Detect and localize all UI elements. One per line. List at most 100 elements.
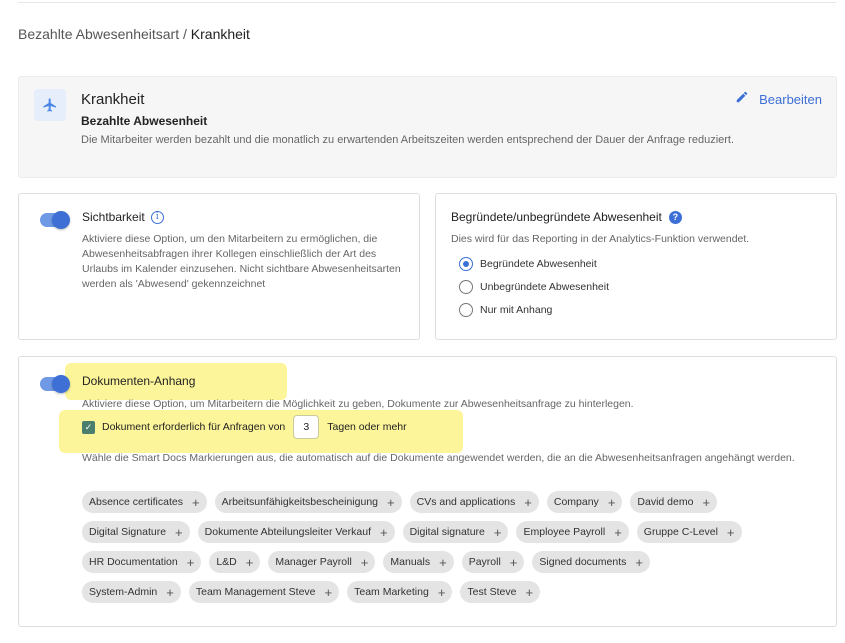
tag-chip[interactable]: CVs and applications + <box>409 491 539 513</box>
radio-button[interactable] <box>459 257 473 271</box>
edit-label: Bearbeiten <box>759 92 822 107</box>
document-required-row: ✓ Dokument erforderlich für Anfragen von… <box>82 415 407 439</box>
tag-label: System-Admin <box>89 586 158 598</box>
airplane-icon <box>34 89 66 121</box>
info-icon[interactable]: i <box>150 210 164 224</box>
smart-docs-tags: Absence certificates + Arbeitsunfähigkeits… <box>82 491 822 611</box>
tag-label: CVs and applications <box>416 496 516 508</box>
radio-unjustified[interactable]: Unbegründete Abwesenheit <box>459 280 609 294</box>
tag-label: Payroll <box>468 556 501 568</box>
tag-row: System-Admin + Team Management Steve + Team … <box>82 581 822 603</box>
breadcrumb-parent[interactable]: Bezahlte Abwesenheitsart / <box>18 26 191 42</box>
breadcrumb: Bezahlte Abwesenheitsart / Krankheit <box>18 26 250 42</box>
absence-type-header: Krankheit Bezahlte Abwesenheit Die Mitar… <box>18 76 837 178</box>
tag-label: Manager Payroll <box>275 556 352 568</box>
tag-row: Digital Signature + Dokumente Abteilungsle… <box>82 521 822 543</box>
tag-chip[interactable]: Team Marketing + <box>347 581 453 603</box>
plus-icon[interactable]: + <box>387 495 395 510</box>
tag-chip[interactable]: Gruppe C-Level + <box>636 521 742 543</box>
plus-icon[interactable]: + <box>380 525 388 540</box>
tag-chip[interactable]: Manager Payroll + <box>268 551 376 573</box>
plus-icon[interactable]: + <box>166 585 174 600</box>
tag-chip[interactable]: Digital signature + <box>402 521 509 543</box>
reason-description: Dies wird für das Reporting in der Analy… <box>451 233 750 245</box>
reason-panel: Begründete/unbegründete Abwesenheit ? Di… <box>435 193 837 340</box>
visibility-description: Aktiviere diese Option, um den Mitarbeit… <box>82 233 401 290</box>
plus-icon[interactable]: + <box>635 555 643 570</box>
documents-description: Aktiviere diese Option, um Mitarbeitern … <box>82 398 634 410</box>
tag-chip[interactable]: L&D + <box>209 551 261 573</box>
visibility-panel: Sichtbarkeit i Aktiviere diese Option, u… <box>18 193 420 340</box>
radio-button[interactable] <box>459 303 473 317</box>
documents-title: Dokumenten-Anhang <box>82 374 196 388</box>
plus-icon[interactable]: + <box>325 585 333 600</box>
plus-icon[interactable]: + <box>361 555 369 570</box>
tag-label: Arbeitsunfähigkeitsbescheinigung <box>221 496 379 508</box>
top-divider <box>18 2 836 3</box>
breadcrumb-current: Krankheit <box>190 26 250 42</box>
tag-chip[interactable]: Company + <box>546 491 623 513</box>
plus-icon[interactable]: + <box>192 495 200 510</box>
plus-icon[interactable]: + <box>439 555 447 570</box>
edit-button[interactable]: Bearbeiten <box>735 90 822 109</box>
tag-chip[interactable]: System-Admin + <box>82 581 181 603</box>
tag-chip[interactable]: Dokumente Abteilungsleiter Verkauf + <box>197 521 395 543</box>
radio-label: Begründete Abwesenheit <box>480 258 597 270</box>
radio-label: Unbegründete Abwesenheit <box>480 281 610 293</box>
plus-icon[interactable]: + <box>438 585 446 600</box>
plus-icon[interactable]: + <box>246 555 254 570</box>
toggle-knob <box>52 211 70 229</box>
plus-icon[interactable]: + <box>524 495 532 510</box>
plus-icon[interactable]: + <box>702 495 710 510</box>
tag-chip[interactable]: Signed documents + <box>532 551 650 573</box>
tag-chip[interactable]: Arbeitsunfähigkeitsbescheinigung + <box>214 491 402 513</box>
plus-icon[interactable]: + <box>727 525 735 540</box>
visibility-toggle[interactable] <box>40 211 70 229</box>
document-required-label: Dokument erforderlich für Anfragen von <box>102 421 286 433</box>
plus-icon[interactable]: + <box>494 525 502 540</box>
documents-toggle[interactable] <box>40 375 70 393</box>
tag-chip[interactable]: Test Steve + <box>460 581 541 603</box>
absence-type-subtitle: Bezahlte Abwesenheit <box>81 114 208 128</box>
tag-chip[interactable]: Payroll + <box>461 551 525 573</box>
radio-justified[interactable]: Begründete Abwesenheit <box>459 257 597 271</box>
absence-type-description: Die Mitarbeiter werden bezahlt und die m… <box>81 134 735 146</box>
visibility-title: Sichtbarkeit <box>82 210 145 224</box>
smart-docs-description: Wähle die Smart Docs Markierungen aus, d… <box>82 452 795 464</box>
plus-icon[interactable]: + <box>175 525 183 540</box>
tag-label: Gruppe C-Level <box>643 526 718 538</box>
tag-chip[interactable]: Employee Payroll + <box>516 521 629 543</box>
required-days-input[interactable]: 3 <box>293 415 320 439</box>
radio-attachment-only[interactable]: Nur mit Anhang <box>459 303 552 317</box>
tag-label: Test Steve <box>467 586 517 598</box>
tag-label: Team Management Steve <box>195 586 316 598</box>
tag-label: Digital Signature <box>89 526 167 538</box>
plus-icon[interactable]: + <box>510 555 518 570</box>
plus-icon[interactable]: + <box>608 495 616 510</box>
pencil-icon <box>735 90 749 109</box>
tag-label: Digital signature <box>409 526 485 538</box>
document-required-checkbox[interactable]: ✓ <box>82 420 95 434</box>
document-required-suffix: Tagen oder mehr <box>327 421 407 433</box>
tag-row: Absence certificates + Arbeitsunfähigkeits… <box>82 491 822 513</box>
tag-chip[interactable]: Team Management Steve + <box>188 581 340 603</box>
visibility-heading: Sichtbarkeit i <box>82 210 164 224</box>
tag-chip[interactable]: Digital Signature + <box>82 521 190 543</box>
tag-label: L&D <box>216 556 237 568</box>
plus-icon[interactable]: + <box>525 585 533 600</box>
tag-chip[interactable]: David demo + <box>630 491 718 513</box>
tag-label: Employee Payroll <box>523 526 606 538</box>
tag-label: David demo <box>637 496 694 508</box>
tag-chip[interactable]: Manuals + <box>383 551 454 573</box>
tag-label: Signed documents <box>539 556 627 568</box>
radio-button[interactable] <box>459 280 473 294</box>
tag-chip[interactable]: Absence certificates + <box>82 491 207 513</box>
tag-label: Team Marketing <box>354 586 429 598</box>
help-icon[interactable]: ? <box>668 210 682 224</box>
plus-icon[interactable]: + <box>614 525 622 540</box>
tag-label: HR Documentation <box>89 556 178 568</box>
tag-chip[interactable]: HR Documentation + <box>82 551 202 573</box>
plus-icon[interactable]: + <box>187 555 195 570</box>
tag-row: HR Documentation + L&D + Manager Payroll + Man… <box>82 551 822 573</box>
documents-panel: Dokumenten-Anhang Aktiviere diese Option… <box>18 356 837 627</box>
